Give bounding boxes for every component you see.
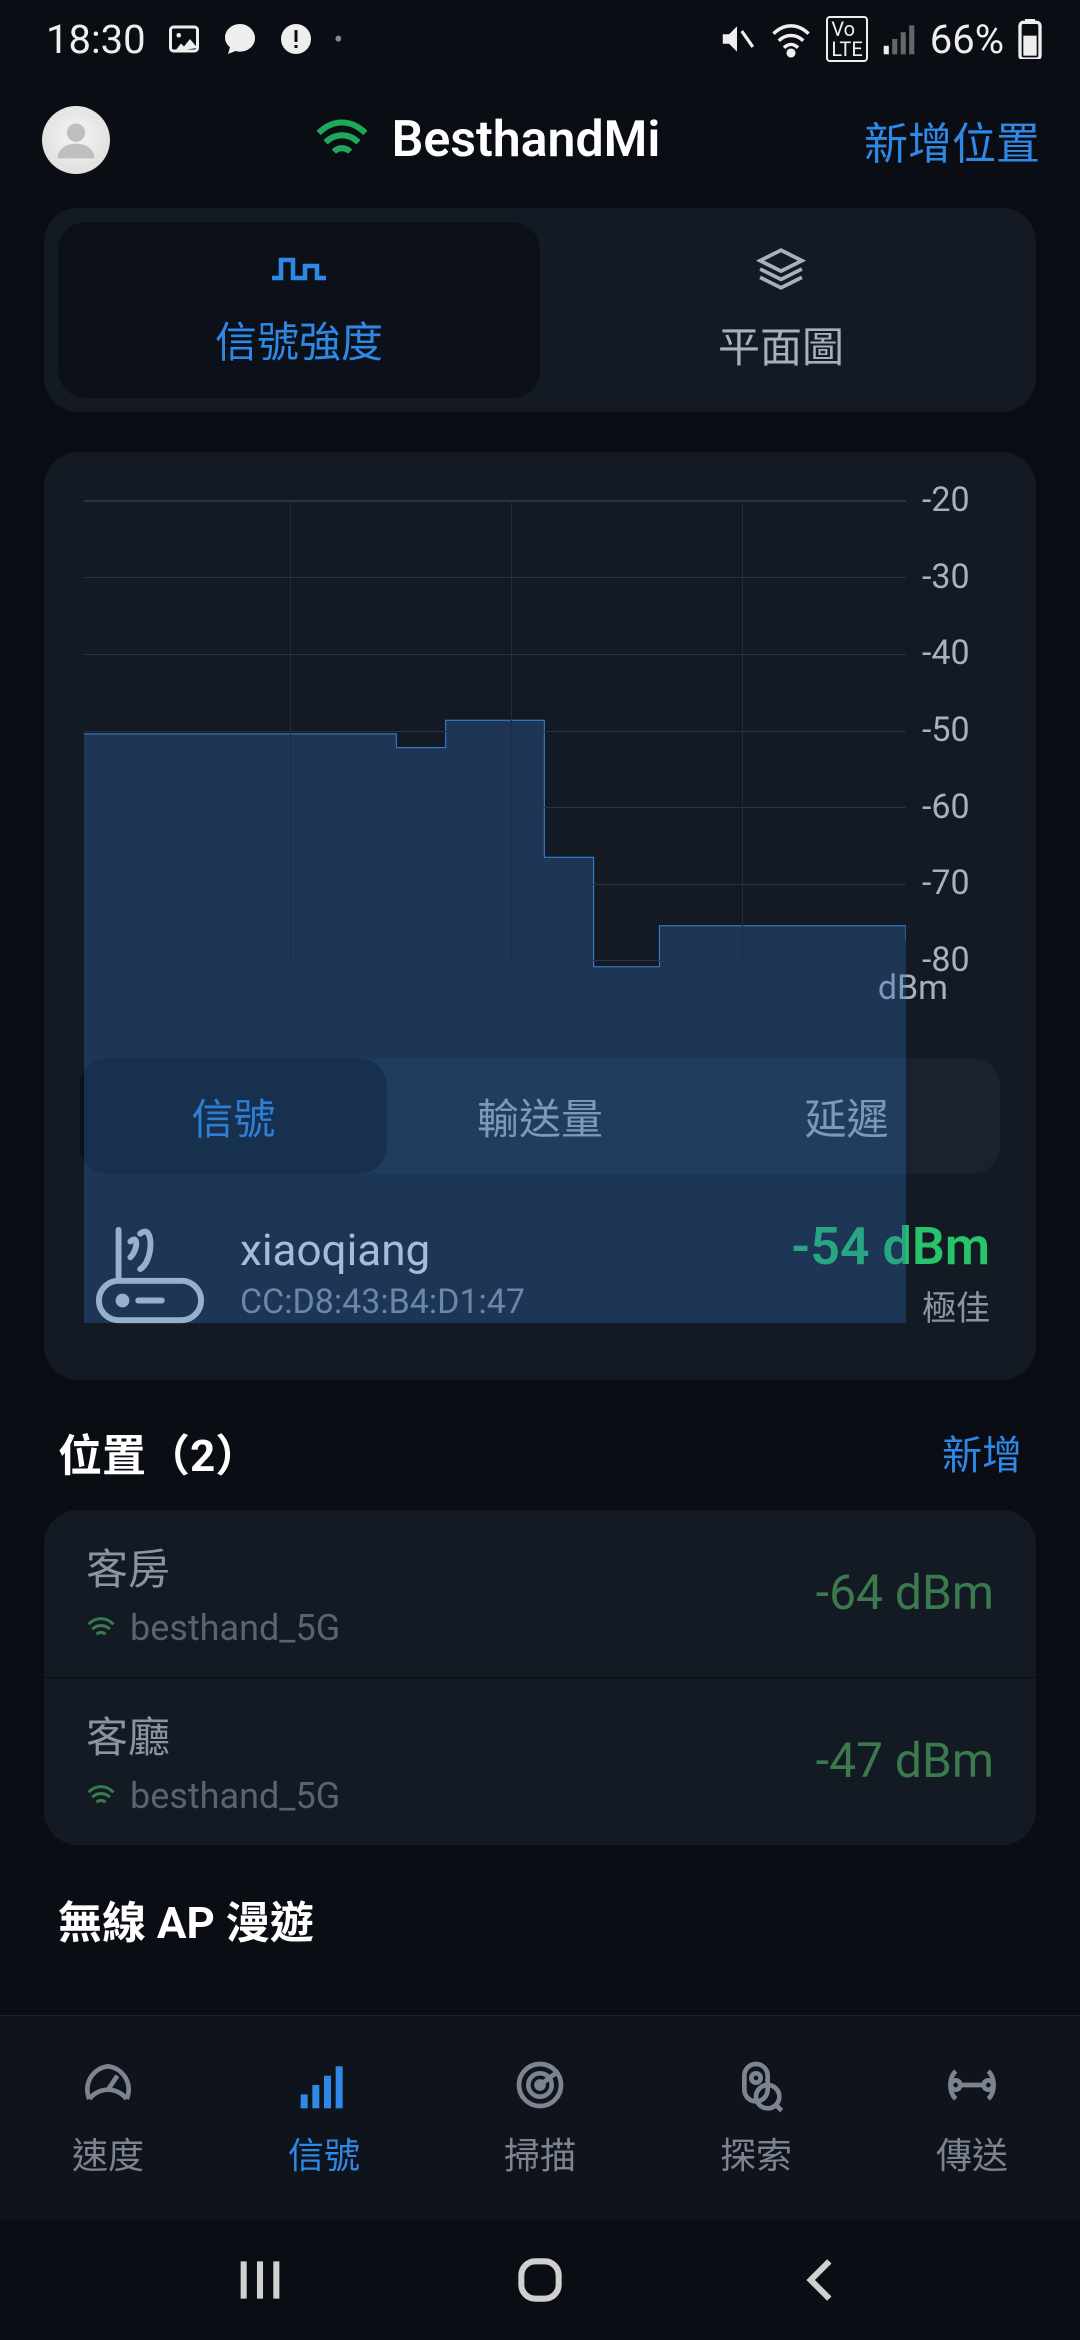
locations-header: 位置（2） 新增: [0, 1420, 1080, 1510]
nav-speed[interactable]: 速度: [0, 2016, 216, 2220]
locations-list: 客房 besthand_5G -64 dBm 客廳 besthand_5G -4…: [44, 1510, 1036, 1845]
location-row[interactable]: 客房 besthand_5G -64 dBm: [44, 1510, 1036, 1678]
wifi-icon: [770, 20, 812, 58]
bars-icon: [296, 2057, 352, 2113]
chart-area: -20-30-40-50-60-70-80: [84, 500, 996, 960]
layers-icon: [755, 246, 807, 292]
explore-icon: [728, 2057, 784, 2113]
back-button[interactable]: [792, 2252, 848, 2308]
nav-signal-label: 信號: [288, 2127, 360, 2179]
chart-tick: -20: [922, 480, 970, 520]
chart-tick: -70: [922, 863, 970, 903]
tab-signal-strength[interactable]: 信號強度: [58, 222, 540, 398]
add-location-button[interactable]: 新增位置: [864, 108, 1040, 172]
nav-scan-label: 掃描: [504, 2127, 576, 2179]
header-center[interactable]: BesthandMi: [314, 111, 661, 169]
chart-tick: -40: [922, 633, 970, 673]
alert-icon: [278, 21, 314, 57]
location-row[interactable]: 客廳 besthand_5G -47 dBm: [44, 1678, 1036, 1845]
status-bar: 18:30 • VoLTE 66%: [0, 0, 1080, 78]
status-right: VoLTE 66%: [718, 16, 1042, 63]
tab-signal-strength-label: 信號強度: [215, 309, 383, 370]
nav-explore-label: 探索: [720, 2127, 792, 2179]
chart-tick: -60: [922, 787, 970, 827]
location-name: 客房: [86, 1536, 816, 1597]
radar-icon: [512, 2057, 568, 2113]
tab-floorplan[interactable]: 平面圖: [540, 222, 1022, 398]
chat-icon: [222, 21, 258, 57]
dot-icon: •: [334, 23, 343, 56]
nav-explore[interactable]: 探索: [648, 2016, 864, 2220]
location-dbm: -64 dBm: [816, 1564, 994, 1621]
recent-apps-button[interactable]: [232, 2252, 288, 2308]
chart-tick: -30: [922, 557, 970, 597]
nav-transfer-label: 傳送: [936, 2127, 1008, 2179]
chart-yaxis: -20-30-40-50-60-70-80: [906, 500, 996, 960]
wifi-small-icon: [86, 1616, 116, 1640]
gauge-icon: [80, 2057, 136, 2113]
locations-add-button[interactable]: 新增: [942, 1423, 1022, 1481]
image-icon: [166, 21, 202, 57]
app-header: BesthandMi 新增位置: [0, 78, 1080, 208]
chart-tick: -50: [922, 710, 970, 750]
nav-transfer[interactable]: 傳送: [864, 2016, 1080, 2220]
battery-icon: [1018, 19, 1042, 59]
nav-scan[interactable]: 掃描: [432, 2016, 648, 2220]
chart-wrap: -20-30-40-50-60-70-80 dBm: [44, 452, 1036, 1032]
signal-chart-card: -20-30-40-50-60-70-80 dBm 信號 輸送量 延遲: [44, 452, 1036, 1380]
status-left: 18:30 •: [46, 16, 343, 63]
home-button[interactable]: [512, 2252, 568, 2308]
roaming-title: 無線 AP 漫遊: [0, 1845, 1080, 1961]
battery-pct: 66%: [930, 16, 1004, 63]
header-ssid: BesthandMi: [392, 111, 661, 169]
bottom-nav: 速度 信號 掃描 探索 傳送: [0, 2015, 1080, 2220]
system-nav: [0, 2220, 1080, 2340]
view-tabs: 信號強度 平面圖: [44, 208, 1036, 412]
wifi-small-icon: [86, 1784, 116, 1808]
volte-icon: VoLTE: [826, 16, 867, 62]
chart-plot: [84, 500, 906, 960]
location-name: 客廳: [86, 1704, 816, 1765]
signal-line: [84, 501, 906, 1323]
wifi-strength-icon: [314, 119, 370, 161]
cell-icon: [882, 22, 916, 56]
avatar[interactable]: [42, 106, 110, 174]
location-net: besthand_5G: [130, 1607, 340, 1649]
location-net: besthand_5G: [130, 1775, 340, 1817]
status-time: 18:30: [46, 16, 146, 63]
nav-speed-label: 速度: [72, 2127, 144, 2179]
transfer-icon: [944, 2057, 1000, 2113]
locations-title: 位置（2）: [58, 1420, 259, 1484]
signal-wave-icon: [269, 251, 329, 287]
tab-floorplan-label: 平面圖: [718, 314, 844, 375]
location-dbm: -47 dBm: [816, 1732, 994, 1789]
nav-signal[interactable]: 信號: [216, 2016, 432, 2220]
chart-tick: -80: [922, 940, 970, 980]
mute-icon: [718, 20, 756, 58]
